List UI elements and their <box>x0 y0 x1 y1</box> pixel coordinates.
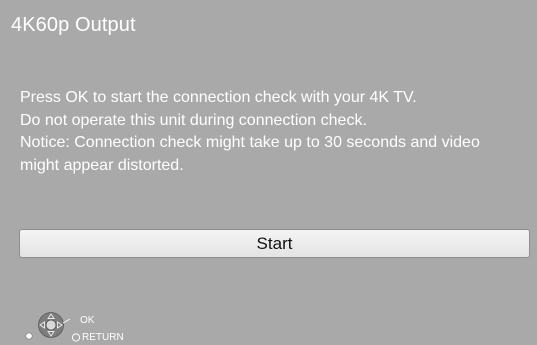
message-line: Notice: Connection check might take up t… <box>20 134 480 151</box>
page-title: 4K60p Output <box>11 14 136 36</box>
ok-legend-label: OK <box>80 315 95 326</box>
message-line: Press OK to start the connection check w… <box>20 89 417 106</box>
dpad-icon <box>25 312 81 342</box>
remote-key-legend: OK RETURN <box>24 310 154 344</box>
output-settings-screen: 4K60p Output Press OK to start the conne… <box>0 0 537 345</box>
message-line: Do not operate this unit during connecti… <box>20 111 367 129</box>
message-line: might appear distorted. <box>20 156 184 174</box>
instruction-message: Press OK to start the connection check w… <box>20 87 532 177</box>
start-button[interactable]: Start <box>19 229 530 258</box>
return-legend-label: RETURN <box>82 332 124 343</box>
